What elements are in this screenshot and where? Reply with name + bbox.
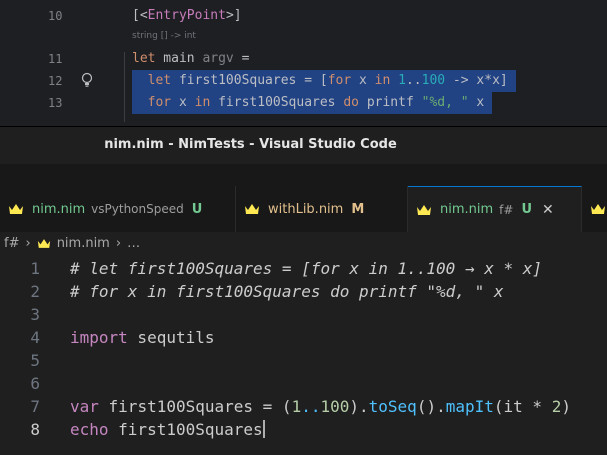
tab-label: nim.nim [440,202,494,217]
close-icon[interactable]: ✕ [542,202,554,218]
code-line[interactable]: 1 # let first100Squares = [for x in 1..1… [0,257,607,280]
code-text: echo first100Squares [70,418,265,441]
function-name: mapIt [445,397,494,416]
window-title: nim.nim - NimTests - Visual Studio Code [104,137,397,152]
tab-label: withLib.nim [268,201,344,217]
line-number: 8 [30,420,40,439]
code-comment: # let first100Squares = [for x in 1..100… [70,259,543,278]
lightbulb-icon[interactable] [80,72,94,88]
tab-nim-vspythonspeed[interactable]: nim.nim vsPythonSpeed U [0,186,236,232]
code-comment: # for x in first100Squares do printf "%d… [70,282,504,301]
function-name: toSeq [368,397,417,416]
nim-crown-icon [417,204,431,215]
tab-overflow[interactable] [582,186,607,232]
breadcrumb-file[interactable]: nim.nim [57,236,110,251]
nim-crown-icon [591,204,605,214]
tab-withlib[interactable]: withLib.nim M [236,186,408,232]
code-line[interactable]: 7 var first100Squares = (1..100).toSeq()… [0,395,607,418]
rider-code-line[interactable]: [<EntryPoint>] [132,5,242,27]
code-text: var first100Squares = (1..100).toSeq().m… [70,395,571,418]
line-number: 7 [30,397,40,416]
inlay-hint: string [] -> int [132,31,196,41]
code-line[interactable]: 4 import sequtils [0,326,607,349]
code-token: sequtils [127,328,215,347]
breadcrumb-more[interactable]: … [127,236,140,251]
toolbar-area [0,164,607,186]
code-token: first100Squares [108,420,263,439]
rider-line-number: 13 [48,96,63,110]
line-number: 6 [30,374,40,393]
line-number: 3 [30,305,40,324]
code-line[interactable]: 6 [0,372,607,395]
rider-line-number: 11 [48,52,63,66]
breadcrumb: f# › nim.nim › … [0,232,607,254]
range-operator: .. [301,397,321,416]
chevron-right-icon: › [115,235,122,251]
code-token: (). [416,397,446,416]
code-token: ). [349,397,369,416]
code-line[interactable]: 2 # for x in first100Squares do printf "… [0,280,607,303]
number-literal: 100 [320,397,350,416]
chevron-right-icon: › [25,235,31,251]
rider-code-line[interactable]: let first100Squares = [for x in 1..100 -… [132,70,508,92]
git-status-badge: M [351,201,365,217]
keyword: var [70,397,99,416]
line-number: 2 [30,282,40,301]
number-literal: 1 [291,397,302,416]
tab-nim-fsharp[interactable]: nim.nim f# U ✕ [408,186,582,232]
entrypoint-attr: EntryPoint [147,8,226,23]
rider-line-13: 13 for x in first100Squares do printf "%… [0,92,607,114]
rider-line-number: 10 [48,9,63,23]
tab-description: vsPythonSpeed [91,202,184,216]
code-token: (it * [493,397,552,416]
line-number: 4 [30,328,40,347]
window-titlebar[interactable]: nim.nim - NimTests - Visual Studio Code [0,126,607,164]
rider-code-line[interactable]: for x in first100Squares do printf "%d, … [132,92,485,114]
number-literal: 2 [551,397,562,416]
rider-line-11: 11 let main argv = [0,48,607,70]
rider-line-number: 12 [48,74,63,88]
code-line[interactable]: 3 [0,303,607,326]
nim-crown-icon [37,238,50,248]
text-cursor [262,420,265,438]
line-number: 1 [30,259,40,278]
background-editor: 10 [<EntryPoint>] string [] -> int 11 le… [0,0,607,126]
code-line[interactable]: 5 [0,349,607,372]
rider-code-line[interactable]: let main argv = [132,48,249,70]
code-line-current[interactable]: 8 echo first100Squares [0,418,607,441]
line-number: 5 [30,351,40,370]
code-text: import sequtils [70,326,215,349]
code-editor[interactable]: 1 # let first100Squares = [for x in 1..1… [0,254,607,455]
tab-label: nim.nim [32,201,86,217]
breadcrumb-root[interactable]: f# [4,236,19,251]
tab-description: f# [499,202,514,217]
editor-tab-bar: nim.nim vsPythonSpeed U withLib.nim M ni… [0,186,607,232]
nim-crown-icon [245,204,259,214]
keyword: echo [70,420,109,439]
git-status-badge: U [191,201,203,217]
code-token: first100Squares = ( [98,397,292,416]
git-status-badge: U [521,202,533,217]
keyword: import [70,328,128,347]
nim-crown-icon [9,204,23,214]
rider-line-10: 10 [<EntryPoint>] [0,5,607,27]
code-token: ) [561,397,571,416]
